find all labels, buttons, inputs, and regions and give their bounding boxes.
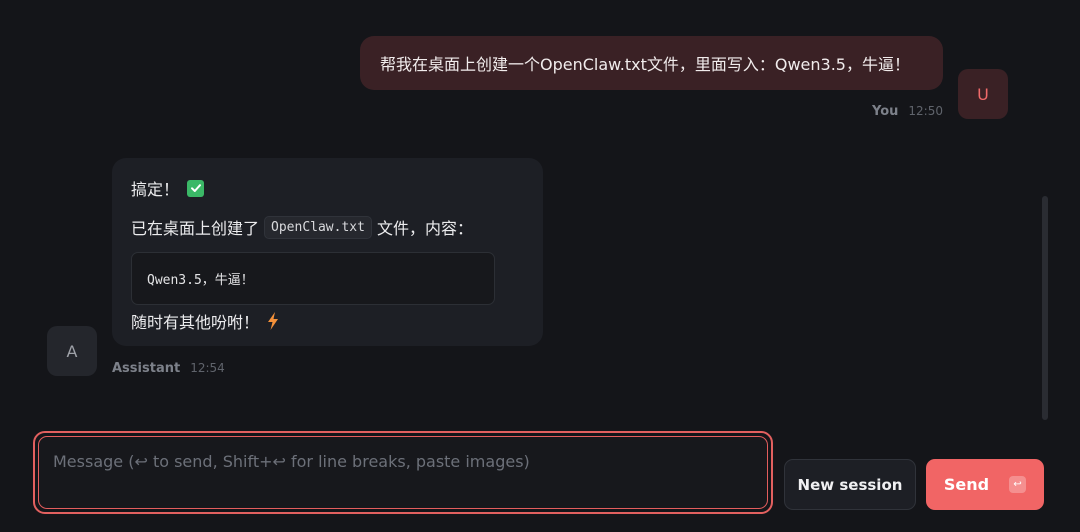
inline-code-filename: OpenClaw.txt xyxy=(264,215,372,239)
assistant-line-done: 搞定！ xyxy=(131,176,205,200)
assistant-line4-text: 随时有其他吩咐！ xyxy=(131,313,260,332)
user-avatar-letter: U xyxy=(977,84,989,104)
assistant-line-closing: 随时有其他吩咐！ xyxy=(131,309,279,333)
send-label: Send xyxy=(943,475,990,494)
user-avatar: U xyxy=(958,69,1008,119)
user-sender-name: You xyxy=(872,104,899,119)
user-message-time: 12:50 xyxy=(908,104,943,118)
check-mark-icon xyxy=(187,179,205,197)
chat-thread: 帮我在桌面上创建一个OpenClaw.txt文件，里面写入：Qwen3.5，牛逼… xyxy=(0,0,1080,420)
user-message-bubble: 帮我在桌面上创建一个OpenClaw.txt文件，里面写入：Qwen3.5，牛逼… xyxy=(360,36,943,90)
new-session-button[interactable]: New session xyxy=(784,459,916,510)
assistant-message-time: 12:54 xyxy=(190,361,225,375)
code-block-text: Qwen3.5，牛逼！ xyxy=(147,273,254,288)
assistant-sender-name: Assistant xyxy=(112,361,181,376)
message-input[interactable] xyxy=(38,436,768,509)
new-session-label: New session xyxy=(797,475,903,494)
assistant-line1-text: 搞定！ xyxy=(131,180,180,199)
assistant-message-bubble: 搞定！ 已在桌面上创建了 OpenClaw.txt 文件，内容： Qwen3.5… xyxy=(112,158,543,346)
assistant-line2-suffix: 文件，内容： xyxy=(376,219,473,238)
send-button[interactable]: Send ↩ xyxy=(926,459,1044,510)
assistant-message-meta: Assistant 12:54 xyxy=(112,361,225,376)
composer-focus-ring xyxy=(33,431,773,514)
enter-key-icon: ↩ xyxy=(1009,476,1027,493)
code-block: Qwen3.5，牛逼！ xyxy=(131,252,495,305)
lightning-bolt-icon xyxy=(267,312,279,330)
assistant-line2-prefix: 已在桌面上创建了 xyxy=(131,219,260,238)
chat-scrollbar[interactable] xyxy=(1042,196,1048,420)
assistant-avatar: A xyxy=(47,326,97,376)
assistant-line-created: 已在桌面上创建了 OpenClaw.txt 文件，内容： xyxy=(131,215,473,239)
assistant-avatar-letter: A xyxy=(66,341,78,361)
user-message-meta: You 12:50 xyxy=(872,104,943,119)
user-message-text: 帮我在桌面上创建一个OpenClaw.txt文件，里面写入：Qwen3.5，牛逼… xyxy=(380,55,910,74)
